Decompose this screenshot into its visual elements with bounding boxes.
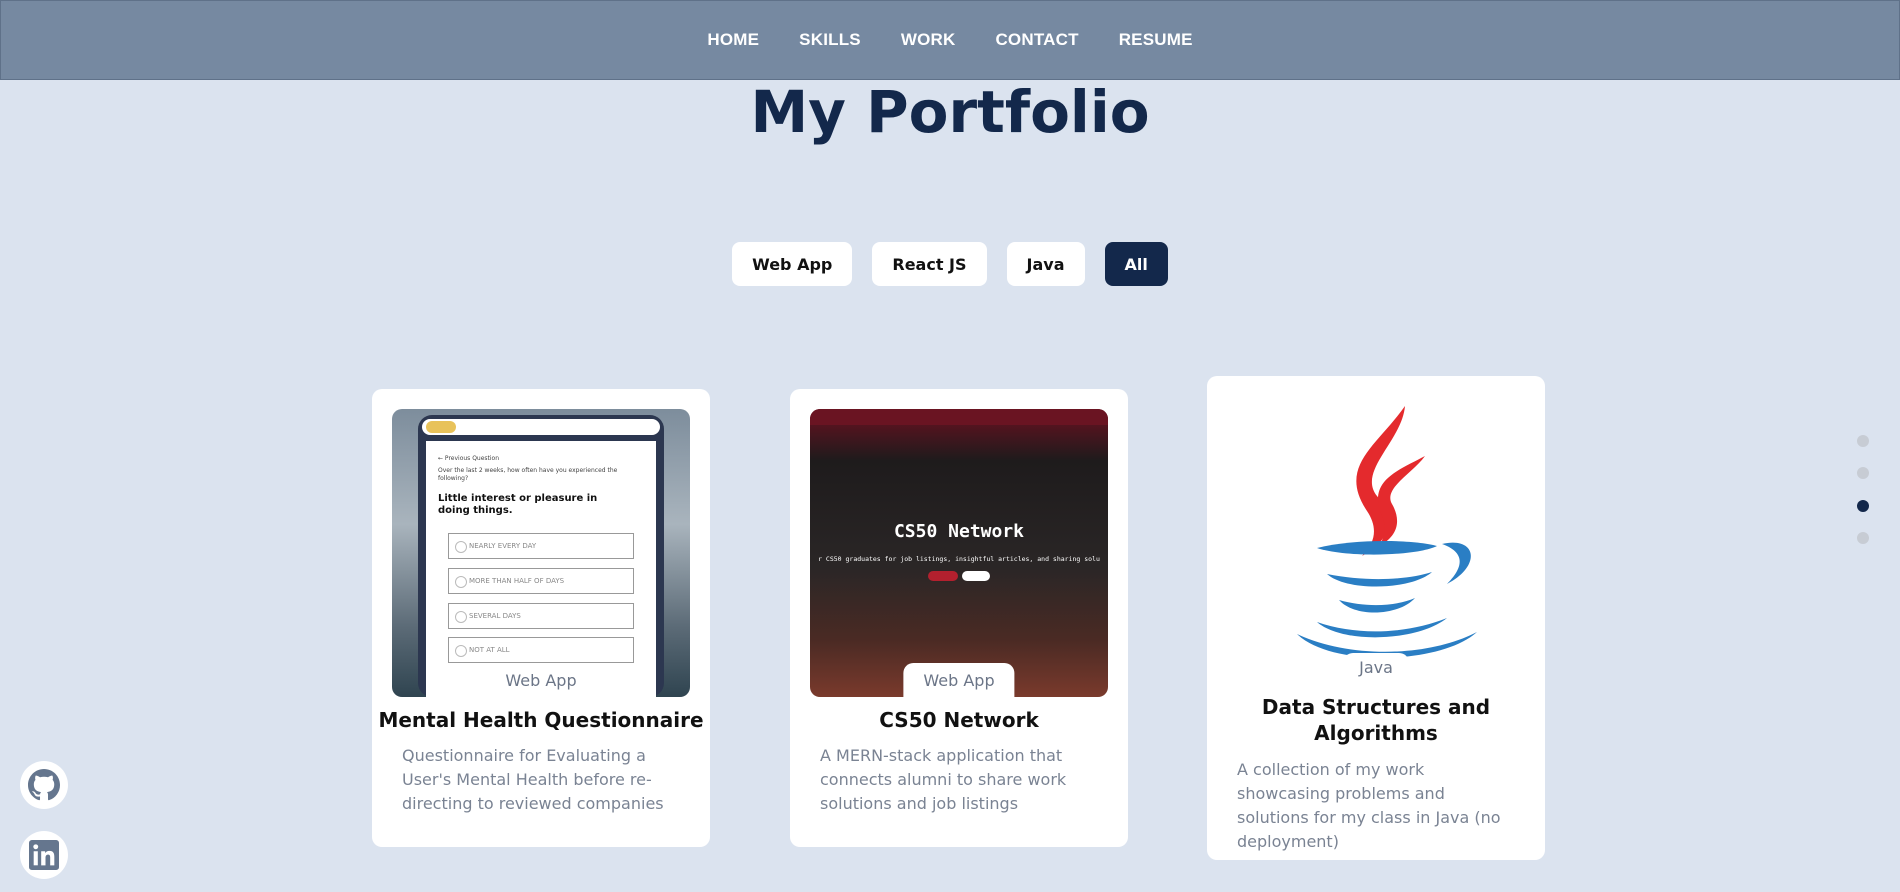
navbar: HOME SKILLS WORK CONTACT RESUME <box>0 0 1900 80</box>
nav-work-link[interactable]: WORK <box>901 30 956 50</box>
project-description: A collection of my work showcasing probl… <box>1237 760 1501 851</box>
project-card-mental-health[interactable]: ← Previous Question Over the last 2 week… <box>372 389 710 847</box>
section-dot-2[interactable] <box>1857 467 1869 479</box>
nav-resume-link[interactable]: RESUME <box>1119 30 1193 50</box>
project-card-data-structures[interactable]: Java Data Structures and Algorithms A co… <box>1207 376 1545 860</box>
nav-home-link[interactable]: HOME <box>707 30 759 50</box>
java-logo-icon <box>1297 406 1477 658</box>
project-tag: Java <box>1343 653 1409 683</box>
project-title: Mental Health Questionnaire <box>378 708 704 732</box>
preview-back-link: ← Previous Question <box>438 455 500 462</box>
preview-prompt: Over the last 2 weeks, how often have yo… <box>438 467 618 482</box>
nav-contact-link[interactable]: CONTACT <box>995 30 1078 50</box>
preview-option: SEVERAL DAYS <box>448 603 634 629</box>
linkedin-link[interactable] <box>20 831 68 879</box>
project-tag: Web App <box>485 663 597 697</box>
project-description: A MERN-stack application that connects a… <box>820 746 1067 813</box>
preview-subtitle: r CS50 graduates for job listings, insig… <box>818 555 1100 563</box>
section-dot-4[interactable] <box>1857 532 1869 544</box>
filter-react-js-button[interactable]: React JS <box>872 242 987 286</box>
project-tag: Web App <box>903 663 1015 697</box>
filter-bar: Web App React JS Java All <box>0 242 1900 286</box>
github-icon <box>28 769 60 801</box>
linkedin-icon <box>29 840 59 870</box>
nav-skills-link[interactable]: SKILLS <box>799 30 861 50</box>
java-logo-image <box>1227 396 1525 684</box>
project-title: CS50 Network <box>879 708 1039 732</box>
section-dot-3[interactable] <box>1857 500 1869 512</box>
preview-option: NEARLY EVERY DAY <box>448 533 634 559</box>
filter-all-button[interactable]: All <box>1104 242 1168 286</box>
page-title: My Portfolio <box>750 78 1150 146</box>
device-frame: ← Previous Question Over the last 2 week… <box>418 415 664 697</box>
project-screenshot: CS50 Network r CS50 graduates for job li… <box>810 409 1108 697</box>
project-description: Questionnaire for Evaluating a User's Me… <box>402 746 664 813</box>
preview-option: NOT AT ALL <box>448 637 634 663</box>
filter-java-button[interactable]: Java <box>1006 242 1085 286</box>
github-link[interactable] <box>20 761 68 809</box>
preview-option: MORE THAN HALF OF DAYS <box>448 568 634 594</box>
preview-question: Little interest or pleasure in doing thi… <box>438 493 598 516</box>
project-card-cs50-network[interactable]: CS50 Network r CS50 graduates for job li… <box>790 389 1128 847</box>
section-dot-1[interactable] <box>1857 435 1869 447</box>
preview-title: CS50 Network <box>893 521 1025 542</box>
preview-login-button <box>962 571 990 581</box>
filter-web-app-button[interactable]: Web App <box>732 242 853 286</box>
project-title: Data Structures and Algorithms <box>1261 695 1491 745</box>
preview-signup-button <box>928 571 958 581</box>
project-screenshot: ← Previous Question Over the last 2 week… <box>392 409 690 697</box>
